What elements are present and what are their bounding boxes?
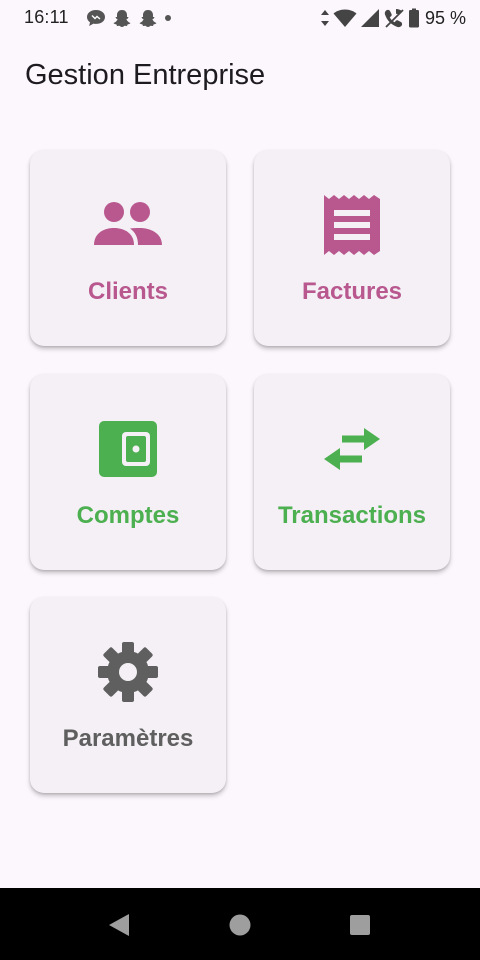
wifi-calling-icon	[383, 7, 405, 29]
transactions-label: Transactions	[277, 502, 427, 529]
home-circle-icon[interactable]	[227, 912, 253, 938]
swap-horizontal-icon	[254, 414, 450, 484]
wifi-icon	[333, 8, 357, 28]
system-navigation-bar	[0, 888, 480, 960]
notification-icons	[86, 8, 172, 28]
comptes-card[interactable]: Comptes	[30, 374, 226, 570]
parametres-card[interactable]: Paramètres	[30, 597, 226, 793]
signal-icon	[360, 8, 380, 28]
clients-label: Clients	[87, 278, 168, 305]
clients-card[interactable]: Clients	[30, 150, 226, 346]
dot-icon	[164, 14, 172, 22]
factures-card[interactable]: Factures	[254, 150, 450, 346]
battery-percentage: 95 %	[424, 7, 466, 28]
data-arrows-icon	[320, 8, 330, 28]
factures-label: Factures	[301, 278, 403, 305]
settings-gear-icon	[30, 637, 226, 707]
page-title: Gestion Entreprise	[25, 59, 266, 91]
people-icon	[30, 190, 226, 260]
snapchat-ghost-icon	[112, 9, 132, 28]
status-time: 16:11	[24, 7, 69, 27]
chat-bubble-icon	[86, 9, 106, 27]
comptes-label: Comptes	[76, 502, 180, 529]
parametres-label: Paramètres	[62, 725, 194, 752]
back-triangle-icon[interactable]	[106, 912, 132, 938]
status-bar: 16:11 95 %	[0, 0, 480, 36]
wallet-icon	[30, 414, 226, 484]
system-status-icons: 95 %	[320, 6, 466, 30]
recent-square-icon[interactable]	[347, 912, 373, 938]
receipt-icon	[254, 190, 450, 260]
snapchat-ghost-icon	[138, 9, 158, 28]
transactions-card[interactable]: Transactions	[254, 374, 450, 570]
battery-icon	[408, 8, 420, 28]
